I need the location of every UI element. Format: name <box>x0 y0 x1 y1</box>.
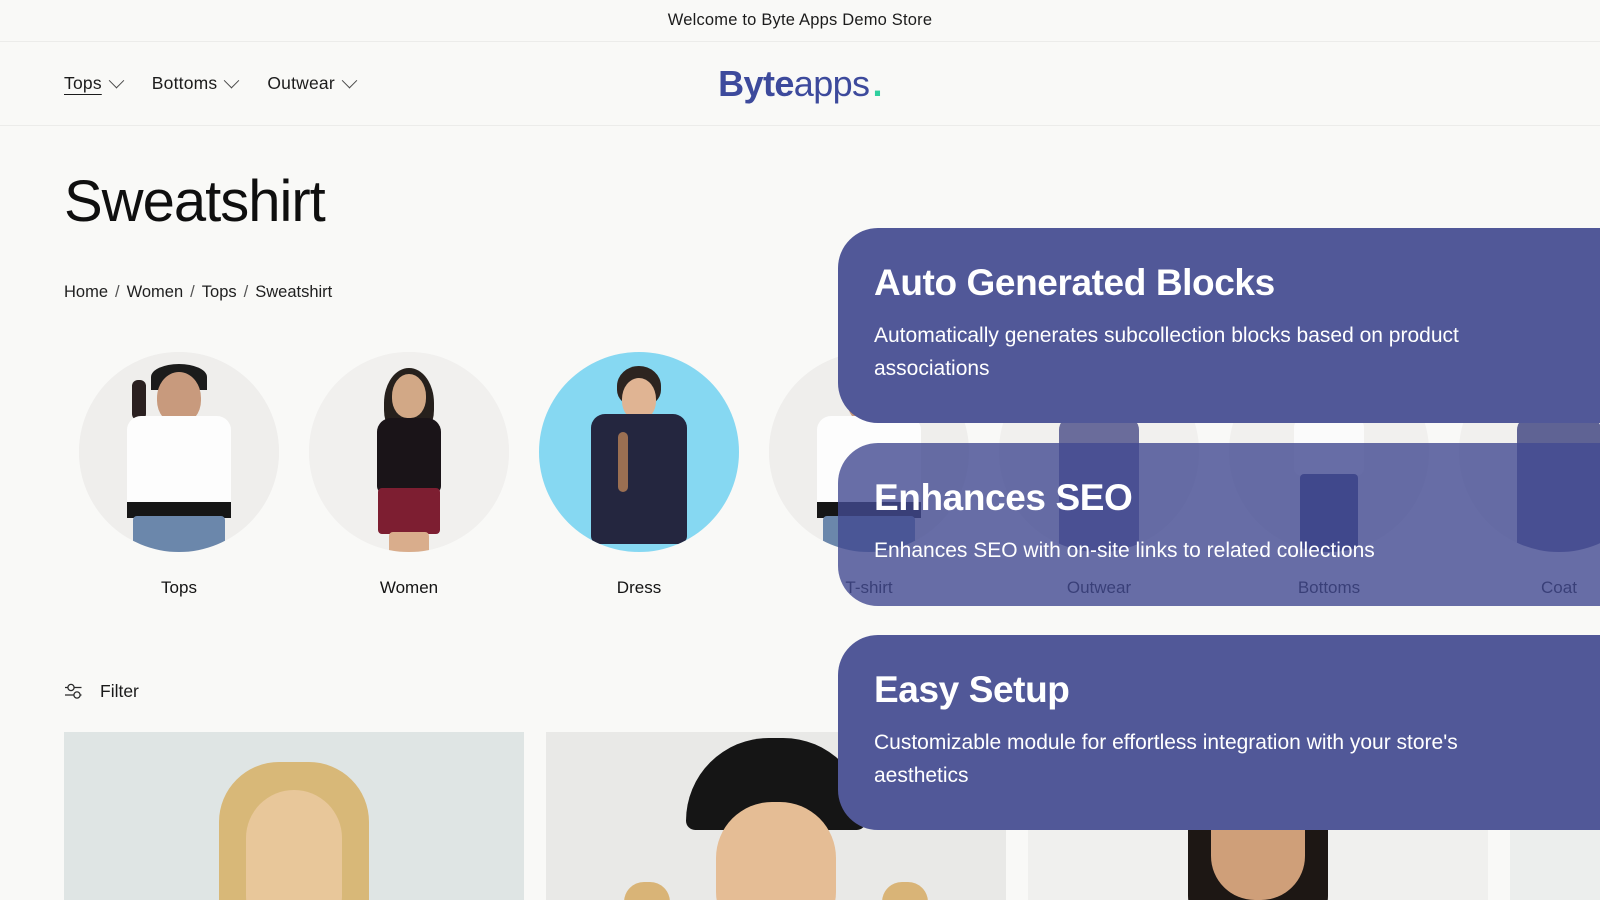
main-navigation: Tops Bottoms Outwear <box>0 72 358 94</box>
subcollection-label: Dress <box>616 578 662 597</box>
feature-card-enhances-seo[interactable]: Enhances SEO Enhances SEO with on-site l… <box>838 443 1600 606</box>
filter-label: Filter <box>100 680 139 701</box>
breadcrumb-separator: / <box>243 283 249 301</box>
feature-card-title: Auto Generated Blocks <box>874 262 1275 303</box>
breadcrumb-item-sweatshirt: Sweatshirt <box>255 283 333 301</box>
site-header: Tops Bottoms Outwear Byte apps. <box>0 42 1600 126</box>
subcollection-item-dress[interactable]: Dress <box>524 352 754 598</box>
brand-logo[interactable]: Byte apps. <box>718 63 882 105</box>
sliders-icon <box>65 683 82 699</box>
subcollection-thumbnail <box>79 352 279 552</box>
breadcrumb-item-women[interactable]: Women <box>127 283 184 302</box>
feature-card-title: Easy Setup <box>874 669 1070 710</box>
feature-card-easy-setup[interactable]: Easy Setup Customizable module for effor… <box>838 635 1600 831</box>
nav-item-label: Outwear <box>267 73 335 93</box>
logo-byte-text: Byte <box>718 62 794 104</box>
feature-card-description: Enhances SEO with on-site links to relat… <box>874 539 1375 562</box>
nav-item-outwear[interactable]: Outwear <box>267 72 358 94</box>
subcollection-item-women[interactable]: Women <box>294 352 524 598</box>
feature-card-title: Enhances SEO <box>874 477 1133 518</box>
nav-item-bottoms[interactable]: Bottoms <box>151 72 240 94</box>
chevron-down-icon <box>108 72 125 89</box>
feature-card-description: Customizable module for effortless integ… <box>874 731 1458 787</box>
feature-card-description: Automatically generates subcollection bl… <box>874 324 1459 380</box>
logo-dot: . <box>872 62 882 104</box>
chevron-down-icon <box>224 72 240 89</box>
subcollection-thumbnail <box>309 352 509 552</box>
breadcrumb-item-tops[interactable]: Tops <box>202 283 237 302</box>
breadcrumb-separator: / <box>190 283 195 301</box>
page-title: Sweatshirt <box>64 169 326 234</box>
subcollection-item-tops[interactable]: Tops <box>64 352 294 598</box>
nav-item-label: Tops <box>64 73 102 93</box>
announcement-text: Welcome to Byte Apps Demo Store <box>667 11 933 29</box>
logo-apps-text: apps <box>793 62 870 104</box>
announcement-bar: Welcome to Byte Apps Demo Store <box>0 0 1600 42</box>
nav-item-label: Bottoms <box>151 73 218 93</box>
product-card[interactable] <box>64 732 524 900</box>
chevron-down-icon <box>341 72 358 89</box>
filter-button[interactable]: Filter <box>64 681 139 702</box>
subcollection-thumbnail <box>539 352 739 552</box>
feature-card-auto-generated-blocks[interactable]: Auto Generated Blocks Automatically gene… <box>838 228 1600 424</box>
subcollection-label: Tops <box>161 578 197 597</box>
product-image <box>64 732 524 900</box>
breadcrumb-item-home[interactable]: Home <box>64 283 108 302</box>
subcollection-label: Women <box>379 578 439 597</box>
nav-item-tops[interactable]: Tops <box>64 72 125 94</box>
breadcrumb-separator: / <box>115 283 120 301</box>
